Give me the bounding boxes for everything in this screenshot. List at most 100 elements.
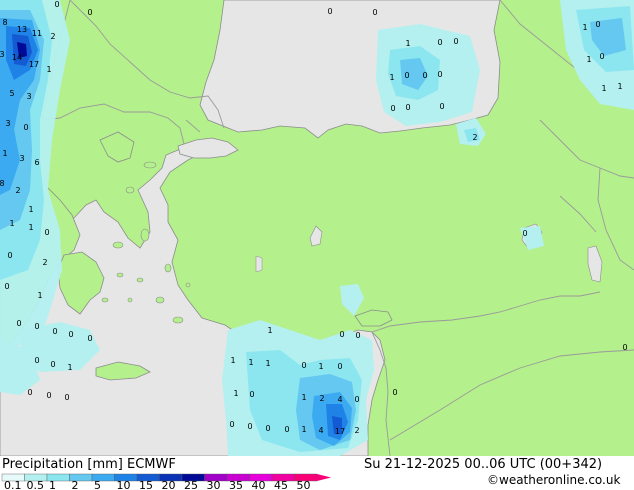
precip-value: 0 bbox=[44, 228, 49, 237]
legend-label: 35 bbox=[229, 479, 243, 490]
precip-value: 0 bbox=[355, 331, 360, 340]
legend-label: 20 bbox=[162, 479, 176, 490]
precip-value: 0 bbox=[390, 104, 395, 113]
precip-value: 2 bbox=[354, 426, 359, 435]
legend-label: 25 bbox=[184, 479, 198, 490]
precip-value: 1 bbox=[233, 389, 238, 398]
precip-value: 0 bbox=[68, 330, 73, 339]
precip-value: 1 bbox=[28, 205, 33, 214]
precip-value: 1 bbox=[28, 223, 33, 232]
precip-value: 2 bbox=[42, 258, 47, 267]
precip-value: 3 bbox=[26, 92, 31, 101]
precip-value: 1 bbox=[318, 362, 323, 371]
precip-value: 0 bbox=[4, 282, 9, 291]
legend-label: 15 bbox=[139, 479, 153, 490]
legend-label: 0.1 bbox=[4, 479, 22, 490]
legend-label: 0.5 bbox=[27, 479, 45, 490]
precip-value: 0 bbox=[422, 71, 427, 80]
precip-value: 1 bbox=[248, 358, 253, 367]
precip-value: 0 bbox=[337, 362, 342, 371]
precip-value: 0 bbox=[54, 0, 59, 9]
precip-value: 3 bbox=[19, 154, 24, 163]
precip-value: 0 bbox=[392, 388, 397, 397]
precip-value: 0 bbox=[599, 52, 604, 61]
precip-value: 3 bbox=[5, 119, 10, 128]
legend-label: 5 bbox=[94, 479, 101, 490]
precip-value: 0 bbox=[404, 71, 409, 80]
valid-time: Su 21-12-2025 00..06 UTC (00+342) bbox=[364, 457, 603, 472]
precip-value: 17 bbox=[335, 427, 345, 436]
legend-label: 50 bbox=[297, 479, 311, 490]
precip-legend: 0.1 0.5 1 2 5 10 15 20 25 30 35 40 45 50 bbox=[1, 473, 331, 490]
precip-value: 1 bbox=[586, 55, 591, 64]
precip-value: 0 bbox=[595, 20, 600, 29]
precip-value: 1 bbox=[267, 326, 272, 335]
precip-value: 1 bbox=[46, 65, 51, 74]
precip-value: 0 bbox=[247, 422, 252, 431]
precip-value: 0 bbox=[372, 8, 377, 17]
precip-value: 1 bbox=[37, 291, 42, 300]
precip-value: 0 bbox=[27, 388, 32, 397]
precip-value: 1 bbox=[230, 356, 235, 365]
precip-value: 0 bbox=[87, 334, 92, 343]
precip-value: 0 bbox=[301, 361, 306, 370]
precip-value: 0 bbox=[453, 37, 458, 46]
precip-value: 2 bbox=[319, 394, 324, 403]
legend-label: 2 bbox=[72, 479, 79, 490]
precip-value: 0 bbox=[522, 229, 527, 238]
precip-value: 0 bbox=[354, 395, 359, 404]
precip-value: 2 bbox=[15, 186, 20, 195]
precip-value: 0 bbox=[87, 8, 92, 17]
precip-value: 0 bbox=[249, 390, 254, 399]
precip-value: 2 bbox=[472, 133, 477, 142]
precip-value: 0 bbox=[265, 424, 270, 433]
precip-value: 0 bbox=[16, 319, 21, 328]
credit-link[interactable]: ©weatheronline.co.uk bbox=[487, 473, 620, 487]
legend-label: 1 bbox=[49, 479, 56, 490]
precip-value: 0 bbox=[405, 103, 410, 112]
precip-value: 0 bbox=[622, 343, 627, 352]
precip-value: 4 bbox=[318, 426, 323, 435]
precip-value: 0 bbox=[437, 38, 442, 47]
precip-value: 1 bbox=[2, 149, 7, 158]
precip-value: 1 bbox=[301, 425, 306, 434]
precip-value: 13 bbox=[17, 25, 27, 34]
precip-value: 1 bbox=[9, 219, 14, 228]
legend-arrow-icon bbox=[317, 474, 331, 481]
precip-value: 11 bbox=[32, 29, 42, 38]
precip-value: 0 bbox=[23, 123, 28, 132]
precip-value: 0 bbox=[437, 70, 442, 79]
precip-value: 0 bbox=[7, 251, 12, 260]
legend-label: 10 bbox=[117, 479, 131, 490]
precip-value: 0 bbox=[46, 391, 51, 400]
precip-value: 1 bbox=[617, 82, 622, 91]
legend-label: 30 bbox=[207, 479, 221, 490]
precip-value: 2 bbox=[50, 32, 55, 41]
lake-egirdir bbox=[255, 255, 263, 273]
precip-value: 0 bbox=[64, 393, 69, 402]
legend-label: 45 bbox=[274, 479, 288, 490]
precip-value: 6 bbox=[34, 158, 39, 167]
precip-value: 0 bbox=[327, 7, 332, 16]
precip-value: 0 bbox=[52, 327, 57, 336]
precip-value: 14 bbox=[12, 53, 22, 62]
precip-value: 0 bbox=[229, 420, 234, 429]
precip-value: 1 bbox=[301, 393, 306, 402]
precip-value: 1 bbox=[405, 39, 410, 48]
precipitation-map: 00813 11 23 141715 33 013 68211 1002010 00 0 00 0 10… bbox=[0, 0, 634, 456]
precip-value: 1 bbox=[389, 73, 394, 82]
precip-value: 0 bbox=[34, 356, 39, 365]
precip-value: 8 bbox=[0, 179, 5, 188]
precip-value: 0 bbox=[284, 425, 289, 434]
legend-label: 40 bbox=[252, 479, 266, 490]
map-footer: Precipitation [mm] ECMWF Su 21-12-2025 0… bbox=[0, 456, 634, 490]
precip-value: 0 bbox=[339, 330, 344, 339]
precip-value: 17 bbox=[29, 60, 39, 69]
precip-value: 8 bbox=[2, 18, 7, 27]
precip-value: 5 bbox=[9, 89, 14, 98]
precip-value: 1 bbox=[601, 84, 606, 93]
precip-value: 0 bbox=[34, 322, 39, 331]
precip-value: 1 bbox=[265, 359, 270, 368]
precip-value: 1 bbox=[582, 23, 587, 32]
precip-value: 0 bbox=[50, 360, 55, 369]
